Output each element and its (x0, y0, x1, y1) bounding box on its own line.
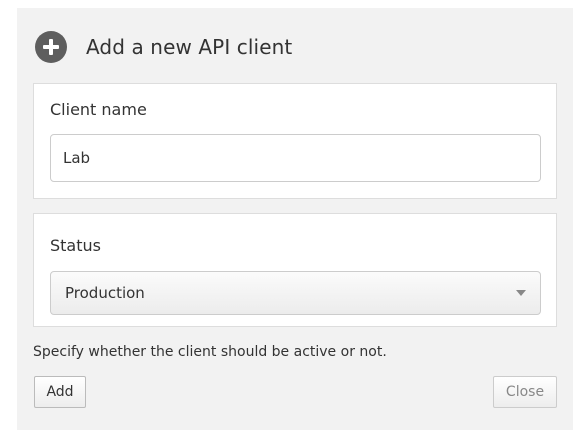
status-selected-value: Production (65, 284, 145, 302)
status-section: Status Production (33, 213, 557, 327)
chevron-down-icon (516, 290, 526, 296)
dialog-header: Add a new API client (35, 31, 292, 63)
dialog-title: Add a new API client (86, 35, 293, 59)
client-name-input[interactable] (50, 134, 541, 182)
status-help-text: Specify whether the client should be act… (33, 344, 387, 360)
status-label: Status (50, 236, 101, 255)
add-button[interactable]: Add (34, 376, 86, 408)
client-name-label: Client name (50, 100, 147, 119)
close-button[interactable]: Close (493, 376, 557, 408)
plus-circle-icon (35, 31, 67, 63)
add-api-client-panel: Add a new API client Client name Status … (17, 8, 573, 430)
status-select[interactable]: Production (50, 271, 541, 315)
client-name-section: Client name (33, 83, 557, 199)
